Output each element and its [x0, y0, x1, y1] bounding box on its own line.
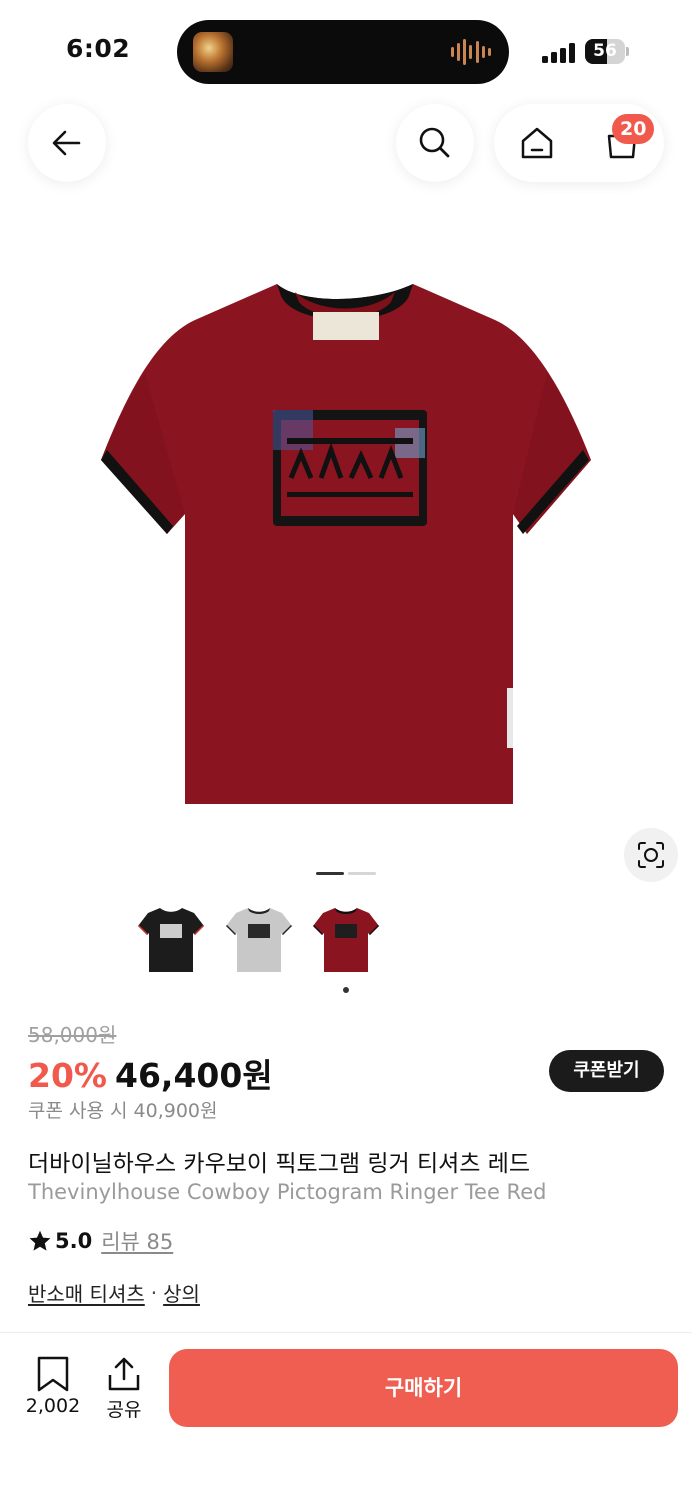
tshirt-thumb-icon	[138, 908, 204, 972]
product-title: 더바이닐하우스 카우보이 픽토그램 링거 티셔츠 레드	[28, 1151, 531, 1177]
review-link[interactable]: 리뷰 85	[101, 1226, 173, 1256]
rating-row: 5.0 리뷰 85	[28, 1226, 173, 1256]
product-image[interactable]	[95, 278, 595, 808]
category-link-tshirts[interactable]: 반소매 티셔츠	[28, 1278, 145, 1307]
page-indicator	[348, 872, 376, 875]
rating-value: 5.0	[55, 1229, 93, 1253]
audio-waveform-icon	[451, 38, 491, 66]
color-option-gray[interactable]	[224, 904, 294, 976]
cellular-signal-icon	[542, 43, 576, 63]
buy-button[interactable]: 구매하기	[169, 1349, 678, 1427]
home-button[interactable]	[494, 104, 579, 182]
now-playing-artwork	[193, 32, 233, 72]
share-button[interactable]: 공유	[96, 1355, 152, 1422]
share-label: 공유	[106, 1399, 142, 1421]
search-button[interactable]	[396, 104, 474, 182]
search-icon	[419, 127, 450, 158]
bottom-action-bar: 2,002 공유 구매하기	[0, 1332, 692, 1500]
battery-icon: 56	[585, 39, 629, 64]
share-icon	[108, 1357, 140, 1391]
sale-price: 46,400원	[115, 1056, 273, 1095]
coupon-price: 쿠폰 사용 시 40,900원	[28, 1100, 218, 1122]
like-button[interactable]: 2,002	[18, 1355, 88, 1417]
price-row: 20% 46,400원	[28, 1049, 273, 1097]
tshirt-thumb-icon	[313, 908, 379, 972]
page-indicator-active	[316, 872, 344, 875]
star-icon	[29, 1230, 51, 1251]
get-coupon-button[interactable]: 쿠폰받기	[549, 1050, 664, 1092]
original-price: 58,000원	[28, 1023, 117, 1047]
selected-color-indicator	[343, 987, 349, 993]
tshirt-thumb-icon	[226, 908, 292, 972]
status-time: 6:02	[66, 34, 131, 63]
image-pagination	[316, 872, 378, 876]
dynamic-island[interactable]	[177, 20, 509, 84]
breadcrumb: 반소매 티셔츠 · 상의	[28, 1278, 200, 1307]
arrow-left-icon	[52, 130, 81, 156]
tshirt-image	[101, 284, 591, 804]
cart-count-badge: 20	[612, 114, 655, 144]
breadcrumb-separator: ·	[150, 1280, 158, 1305]
discount-rate: 20%	[28, 1056, 107, 1095]
back-button[interactable]	[28, 104, 106, 182]
status-bar: 6:02 56	[0, 0, 692, 100]
color-option-black[interactable]	[136, 904, 206, 976]
like-count: 2,002	[25, 1395, 81, 1417]
home-icon	[521, 127, 552, 159]
color-option-red[interactable]	[311, 904, 381, 976]
battery-level: 56	[593, 41, 617, 61]
product-title-english: Thevinylhouse Cowboy Pictogram Ringer Te…	[28, 1180, 547, 1204]
category-link-tops[interactable]: 상의	[163, 1278, 200, 1307]
scan-icon	[638, 842, 664, 868]
bookmark-icon	[37, 1356, 69, 1392]
image-search-button[interactable]	[624, 828, 678, 882]
